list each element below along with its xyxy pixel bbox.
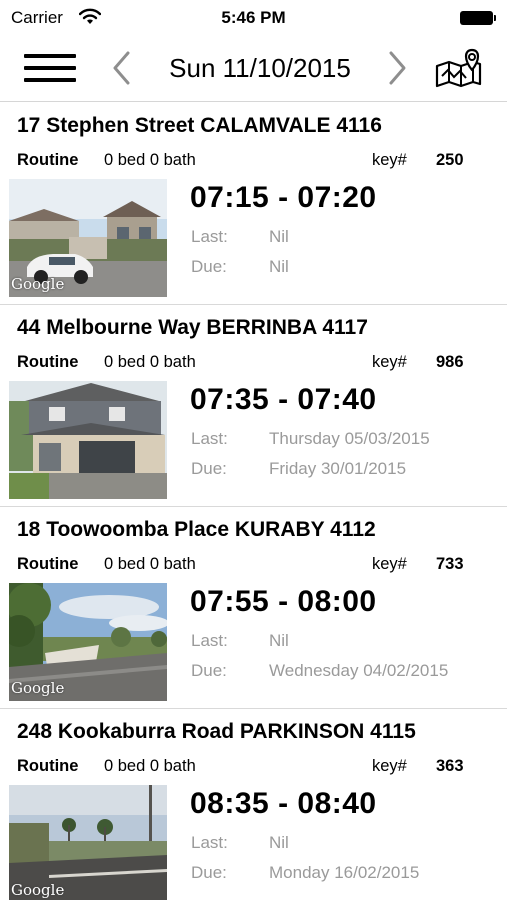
property-address: 248 Kookaburra Road PARKINSON 4115 bbox=[17, 720, 416, 743]
inspection-list-item[interactable]: 44 Melbourne Way BERRINBA 4117 Routine 0… bbox=[0, 305, 507, 507]
inspection-type: Routine bbox=[17, 757, 79, 775]
due-label: Due: bbox=[191, 863, 227, 882]
due-label: Due: bbox=[191, 459, 227, 478]
inspection-type: Routine bbox=[17, 555, 79, 573]
google-watermark: Google bbox=[11, 679, 65, 697]
key-number: 986 bbox=[436, 353, 464, 371]
property-photo: Google bbox=[9, 583, 167, 701]
last-label: Last: bbox=[191, 631, 228, 650]
previous-day-chevron-icon[interactable] bbox=[109, 50, 135, 86]
google-watermark: Google bbox=[11, 881, 65, 899]
key-label: key# bbox=[372, 151, 407, 169]
key-label: key# bbox=[372, 353, 407, 371]
property-address: 17 Stephen Street CALAMVALE 4116 bbox=[17, 114, 382, 137]
appointment-time: 07:15 - 07:20 bbox=[190, 181, 377, 214]
google-watermark: Google bbox=[11, 275, 65, 293]
last-label: Last: bbox=[191, 833, 228, 852]
bed-bath-count: 0 bed 0 bath bbox=[104, 555, 196, 573]
due-date-value: Friday 30/01/2015 bbox=[269, 459, 407, 478]
key-number: 733 bbox=[436, 555, 464, 573]
map-pin-icon[interactable] bbox=[434, 46, 484, 90]
last-inspection-value: Nil bbox=[269, 833, 289, 852]
inspection-list-item[interactable]: 248 Kookaburra Road PARKINSON 4115 Routi… bbox=[0, 709, 507, 900]
last-inspection-value: Nil bbox=[269, 631, 289, 650]
property-photo bbox=[9, 381, 167, 499]
bed-bath-count: 0 bed 0 bath bbox=[104, 757, 196, 775]
key-number: 250 bbox=[436, 151, 464, 169]
navigation-bar: Sun 11/10/2015 bbox=[0, 36, 507, 102]
due-date-value: Nil bbox=[269, 257, 289, 276]
inspection-type: Routine bbox=[17, 151, 79, 169]
inspection-type: Routine bbox=[17, 353, 79, 371]
bed-bath-count: 0 bed 0 bath bbox=[104, 151, 196, 169]
status-bar: Carrier 5:46 PM bbox=[0, 0, 507, 36]
due-label: Due: bbox=[191, 661, 227, 680]
next-day-chevron-icon[interactable] bbox=[384, 50, 410, 86]
inspection-list-item[interactable]: 18 Toowoomba Place KURABY 4112 Routine 0… bbox=[0, 507, 507, 709]
selected-date-title: Sun 11/10/2015 bbox=[169, 53, 351, 83]
property-address: 18 Toowoomba Place KURABY 4112 bbox=[17, 518, 376, 541]
property-photo: Google bbox=[9, 179, 167, 297]
hamburger-menu-icon[interactable] bbox=[24, 52, 78, 84]
status-time: 5:46 PM bbox=[221, 8, 286, 27]
key-label: key# bbox=[372, 555, 407, 573]
key-label: key# bbox=[372, 757, 407, 775]
property-address: 44 Melbourne Way BERRINBA 4117 bbox=[17, 316, 368, 339]
bed-bath-count: 0 bed 0 bath bbox=[104, 353, 196, 371]
appointment-time: 07:55 - 08:00 bbox=[190, 585, 377, 618]
property-photo: Google bbox=[9, 785, 167, 900]
due-date-value: Wednesday 04/02/2015 bbox=[269, 661, 449, 680]
last-inspection-value: Nil bbox=[269, 227, 289, 246]
due-label: Due: bbox=[191, 257, 227, 276]
appointment-time: 07:35 - 07:40 bbox=[190, 383, 377, 416]
inspection-list: 17 Stephen Street CALAMVALE 4116 Routine… bbox=[0, 103, 507, 900]
appointment-time: 08:35 - 08:40 bbox=[190, 787, 377, 820]
key-number: 363 bbox=[436, 757, 464, 775]
due-date-value: Monday 16/02/2015 bbox=[269, 863, 420, 882]
last-label: Last: bbox=[191, 429, 228, 448]
battery-icon bbox=[460, 11, 496, 25]
inspection-list-item[interactable]: 17 Stephen Street CALAMVALE 4116 Routine… bbox=[0, 103, 507, 305]
last-inspection-value: Thursday 05/03/2015 bbox=[269, 429, 430, 448]
last-label: Last: bbox=[191, 227, 228, 246]
